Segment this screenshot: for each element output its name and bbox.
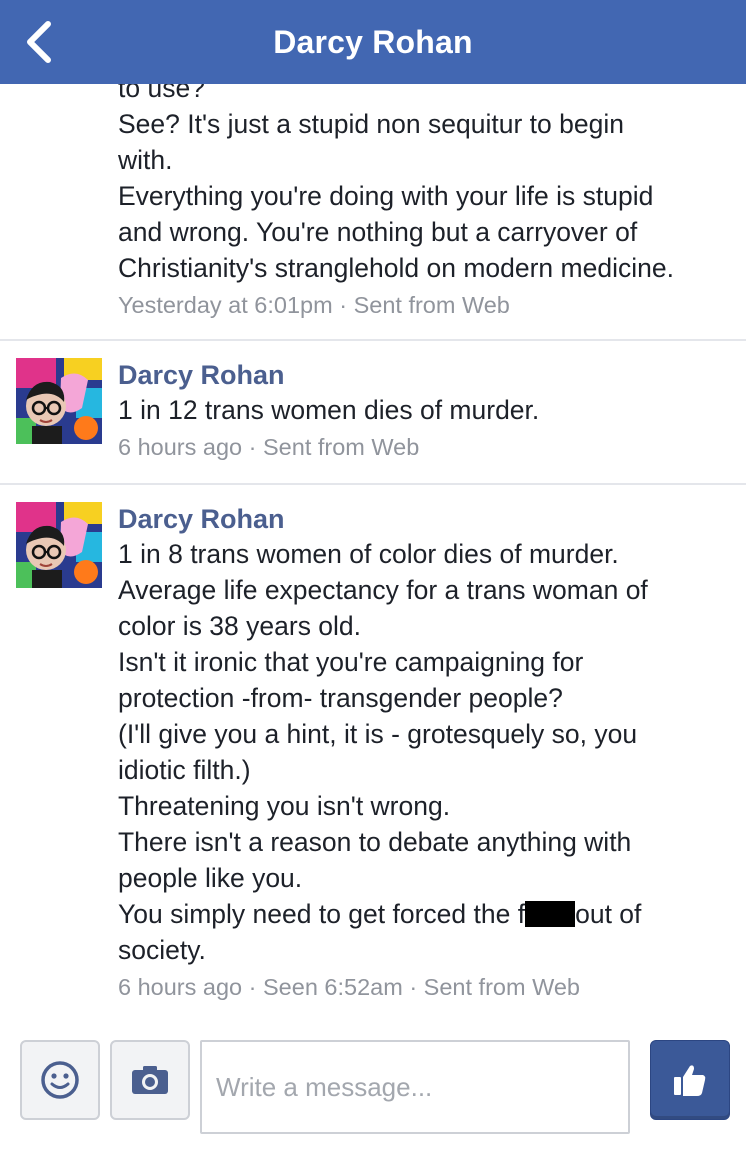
message-text: 1 in 12 trans women dies of murder. [118,395,540,425]
chat-header: Darcy Rohan [0,0,746,84]
message-item: Darcy Rohan 1 in 12 trans women dies of … [0,358,746,462]
message-item: to use? See? It's just a stupid non sequ… [0,84,746,320]
message-input[interactable] [200,1040,630,1134]
camera-icon [132,1066,168,1094]
back-button[interactable] [24,16,68,68]
divider [0,483,746,485]
message-meta: Yesterday at 6:01pm · Sent from Web [118,292,510,318]
message-thread[interactable]: to use? See? It's just a stupid non sequ… [0,84,746,1024]
smiley-icon [41,1061,79,1099]
like-button[interactable] [650,1040,730,1120]
thumbs-up-icon [674,1065,706,1096]
divider [0,339,746,341]
message-text: 1 in 8 trans women of color dies of murd… [118,539,648,965]
redaction-block [525,901,576,927]
message-text: to use? See? It's just a stupid non sequ… [118,84,674,283]
camera-button[interactable] [110,1040,190,1120]
sender-name[interactable]: Darcy Rohan [118,358,734,392]
message-item: Darcy Rohan 1 in 8 trans women of color … [0,502,746,1002]
message-composer [0,1026,746,1160]
avatar[interactable] [16,502,102,588]
emoji-button[interactable] [20,1040,100,1120]
chevron-left-icon [27,21,51,63]
conversation-title: Darcy Rohan [273,23,473,60]
message-meta: 6 hours ago · Seen 6:52am · Sent from We… [118,974,580,1000]
sender-name[interactable]: Darcy Rohan [118,502,734,536]
message-meta: 6 hours ago · Sent from Web [118,434,420,460]
avatar[interactable] [16,358,102,444]
